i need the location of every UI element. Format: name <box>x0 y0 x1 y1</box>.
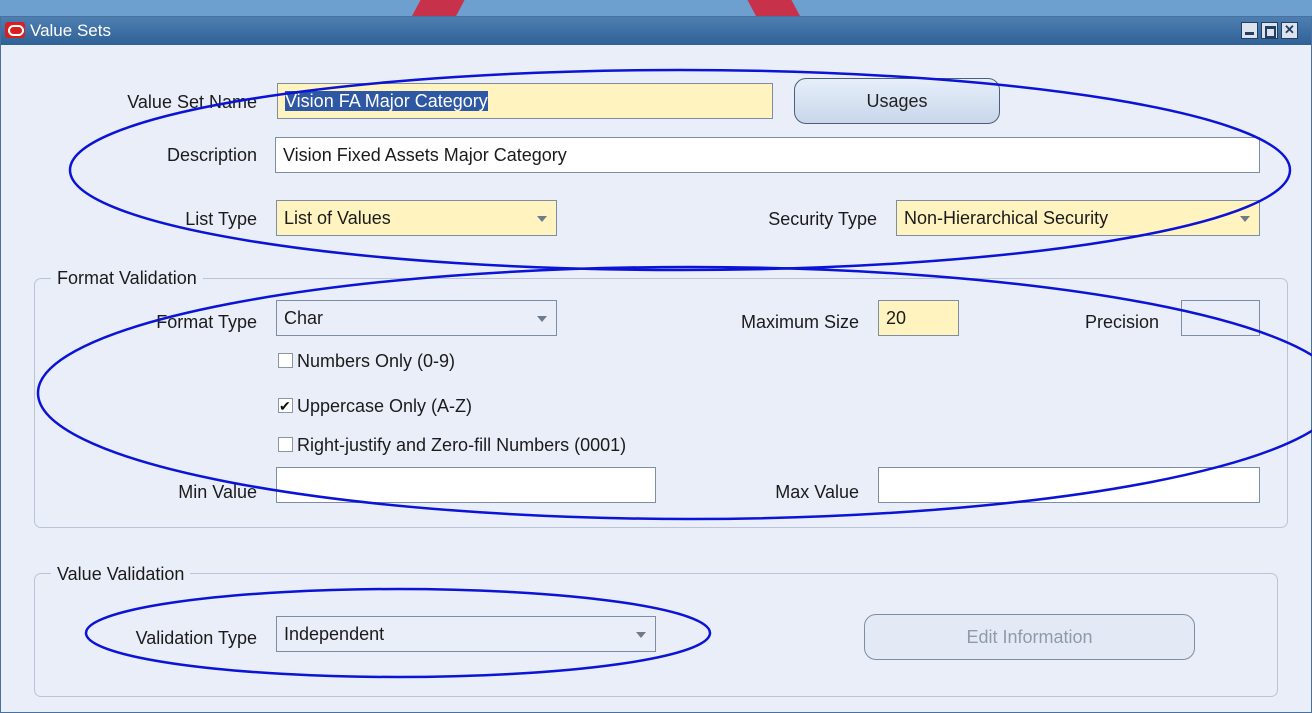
precision-field[interactable] <box>1181 300 1260 336</box>
uppercase-only-label: Uppercase Only (A-Z) <box>297 396 473 416</box>
close-icon[interactable] <box>1281 22 1298 39</box>
chevron-down-icon[interactable] <box>537 316 547 322</box>
list-type-value: List of Values <box>284 208 391 228</box>
background-accent-left <box>412 0 472 16</box>
security-type-select[interactable]: Non-Hierarchical Security <box>896 200 1260 236</box>
validation-type-select[interactable]: Independent <box>276 616 656 652</box>
numbers-only-label: Numbers Only (0-9) <box>297 351 456 371</box>
max-value-label: Max Value <box>775 482 859 502</box>
validation-type-label: Validation Type <box>135 628 257 648</box>
max-value-field[interactable] <box>878 467 1260 503</box>
value-set-name-field[interactable]: Vision FA Major Category <box>277 83 773 119</box>
maximum-size-label: Maximum Size <box>740 312 859 332</box>
checkbox-checked-icon[interactable] <box>278 394 293 418</box>
minimize-icon[interactable] <box>1241 22 1258 39</box>
edit-information-label: Edit Information <box>966 627 1093 647</box>
uppercase-only-checkbox[interactable]: Uppercase Only (A-Z) <box>278 394 472 418</box>
maximum-size-field[interactable]: 20 <box>878 300 959 336</box>
usages-button-label: Usages <box>866 91 928 111</box>
value-sets-window: Value Sets Value Set Name Vision FA Majo… <box>0 16 1312 713</box>
list-type-select[interactable]: List of Values <box>276 200 557 236</box>
format-validation-title: Format Validation <box>51 266 203 290</box>
security-type-value: Non-Hierarchical Security <box>904 208 1109 228</box>
min-value-field[interactable] <box>276 467 656 503</box>
security-type-label: Security Type <box>768 209 877 229</box>
oracle-logo-icon <box>5 22 25 38</box>
numbers-only-checkbox[interactable]: Numbers Only (0-9) <box>278 349 455 373</box>
edit-information-button[interactable]: Edit Information <box>864 614 1195 660</box>
description-label: Description <box>166 145 257 165</box>
format-type-label: Format Type <box>156 312 257 332</box>
precision-label: Precision <box>1084 312 1159 332</box>
list-type-label: List Type <box>185 209 257 229</box>
description-field[interactable]: Vision Fixed Assets Major Category <box>275 137 1260 173</box>
value-set-name-label: Value Set Name <box>127 92 257 112</box>
chevron-down-icon[interactable] <box>636 632 646 638</box>
format-type-value: Char <box>284 308 324 328</box>
title-bar[interactable]: Value Sets <box>1 17 1311 45</box>
validation-type-value: Independent <box>284 624 385 644</box>
format-type-select[interactable]: Char <box>276 300 557 336</box>
chevron-down-icon[interactable] <box>1240 216 1250 222</box>
checkbox-unchecked-icon[interactable] <box>278 437 293 452</box>
maximize-icon[interactable] <box>1261 22 1278 39</box>
min-value-label: Min Value <box>178 482 257 502</box>
right-justify-label: Right-justify and Zero-fill Numbers (000… <box>297 435 627 455</box>
checkbox-unchecked-icon[interactable] <box>278 353 293 368</box>
window-title: Value Sets <box>30 21 111 40</box>
value-set-name-value: Vision FA Major Category <box>285 91 488 111</box>
background-accent-right <box>740 0 800 16</box>
chevron-down-icon[interactable] <box>537 216 547 222</box>
usages-button[interactable]: Usages <box>794 78 1000 124</box>
value-validation-title: Value Validation <box>51 562 191 586</box>
right-justify-checkbox[interactable]: Right-justify and Zero-fill Numbers (000… <box>278 433 626 457</box>
